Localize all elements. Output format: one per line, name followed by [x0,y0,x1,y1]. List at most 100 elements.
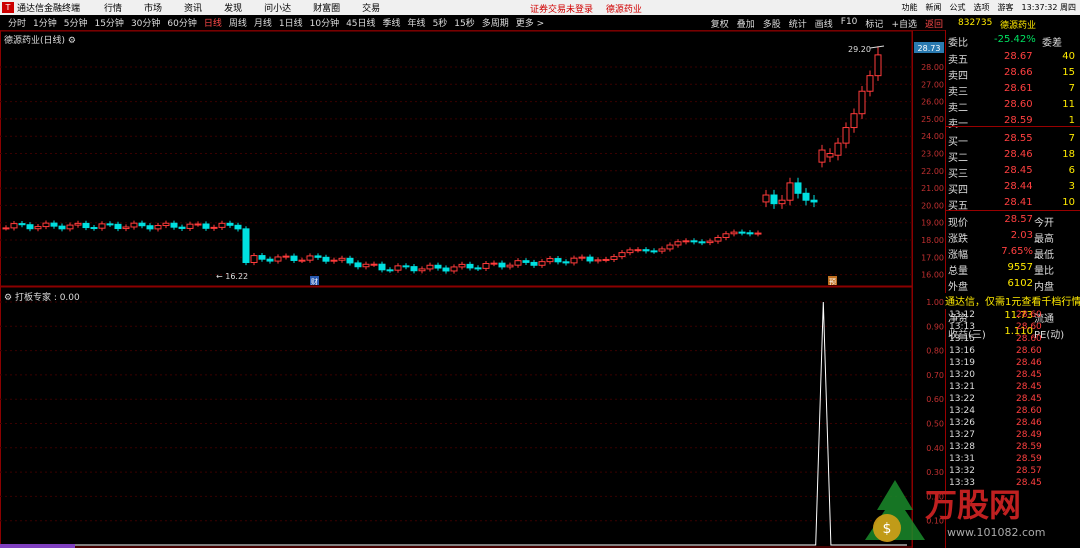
candle-body [298,259,306,262]
candle-body [130,222,138,228]
candle-body [810,199,818,203]
candle-body [602,258,610,261]
candle-body [634,249,642,252]
tick-time: 13:16 [949,346,975,356]
candle-body [354,262,362,268]
guest-button[interactable]: 游客 [998,2,1014,13]
tick-time: 13:12 [949,310,975,320]
candle-body [818,149,826,163]
tick-price: 28.60 [1016,322,1042,332]
tick-price: 28.45 [1016,394,1042,404]
stock-name: 德源药业 [1000,21,1037,31]
forecast-marker-label: 预 [829,277,836,286]
trade-tick-row: 13:27 28.49 [946,430,1080,442]
candle-body [666,244,674,250]
weicha-label: 委差 [1042,38,1062,49]
candle-body [314,255,322,258]
indicator-tick-label: 0.70 [926,371,944,380]
candle-body [802,192,810,201]
price-tick-label: 28.00 [921,63,944,72]
candle-body [82,222,90,229]
ad-scroll-text[interactable]: 通达信，仅需1元查看千档行情 [945,293,1080,309]
candle-body [858,90,866,115]
trade-tick-row: 13:12 28.60 [946,310,1080,322]
candle-body [274,256,282,262]
buy-level-label: 买一 [948,137,968,148]
candle-body [106,223,114,226]
candle-body [746,232,754,235]
candle-body [618,252,626,258]
sell-volume: 11 [1062,99,1075,110]
candle-body [290,255,298,261]
sell-price: 28.59 [1004,115,1033,126]
finance-marker-label: 财 [311,277,318,286]
tick-price: 28.60 [1016,406,1042,416]
trade-tick-row: 13:24 28.60 [946,406,1080,418]
candle-body [442,267,450,272]
buy-price: 28.46 [1004,149,1033,160]
candle-body [74,222,82,226]
indicator-footer-bar [0,544,75,548]
sell-price: 28.67 [1004,51,1033,62]
candle-body [450,266,458,272]
candle-body [34,226,42,230]
stat-value: 7.65% [1001,246,1033,257]
trade-tick-row: 13:20 28.45 [946,370,1080,382]
stat-label-2: 最高 [1034,234,1054,245]
candle-body [498,262,506,268]
stat-row-4: 外盘 6102 内盘 [946,277,1080,293]
candle-body [546,258,554,263]
indicator-tick-label: 0.90 [926,322,944,331]
panel-divider [946,126,1080,127]
candle-body [466,263,474,269]
tick-price: 28.60 [1016,310,1042,320]
buy-volume: 18 [1062,149,1075,160]
trade-tick-row: 13:13 28.60 [946,322,1080,334]
sell-level-label: 卖四 [948,71,968,82]
tick-time: 13:15 [949,334,975,344]
trade-tick-row: 13:19 28.46 [946,358,1080,370]
chart-area[interactable]: 28.00 27.00 26.00 25.00 24.00 23.00 22.00 21.00… [0,0,945,548]
buy-row-1: 买一 28.55 7 [946,132,1080,148]
high-price-label: 29.20 [848,45,871,54]
buy-price: 28.55 [1004,133,1033,144]
stat-value: 9557 [1007,262,1033,273]
candle-body [202,223,210,229]
candle-body [410,266,418,272]
weibi-label: 委比 [948,38,968,49]
buy-price: 28.44 [1004,181,1033,192]
candle-body [706,240,714,244]
candle-body [554,258,562,263]
tick-price: 28.45 [1016,382,1042,392]
candle-body [386,269,394,272]
candle-body [178,226,186,229]
candle-body [258,255,266,260]
candle-body [346,257,354,264]
candle-body [242,228,250,263]
candle-body [794,182,802,194]
candle-body [18,223,26,226]
candle-body [730,231,738,235]
candle-body [2,227,10,230]
candle-body [418,268,426,272]
candle-body [826,153,834,158]
stat-label: 总量 [948,266,968,277]
sell-volume: 40 [1062,51,1075,62]
formula-button[interactable]: 公式 [950,2,966,13]
candle-body [426,264,434,270]
candle-body [170,222,178,228]
candle-body [874,54,882,77]
tick-time: 13:27 [949,430,975,440]
candle-body [850,113,858,129]
stat-label-2: 内盘 [1034,282,1054,293]
candle-body [786,182,794,201]
candle-body [594,259,602,262]
candle-body [682,240,690,243]
sell-price: 28.61 [1004,83,1033,94]
candle-body [370,263,378,266]
options-button[interactable]: 选项 [974,2,990,13]
candle-body [586,256,594,262]
weibi-row: 委比 -25.42% 委差 [946,33,1080,49]
candle-body [642,249,650,252]
candle-body [506,264,514,268]
